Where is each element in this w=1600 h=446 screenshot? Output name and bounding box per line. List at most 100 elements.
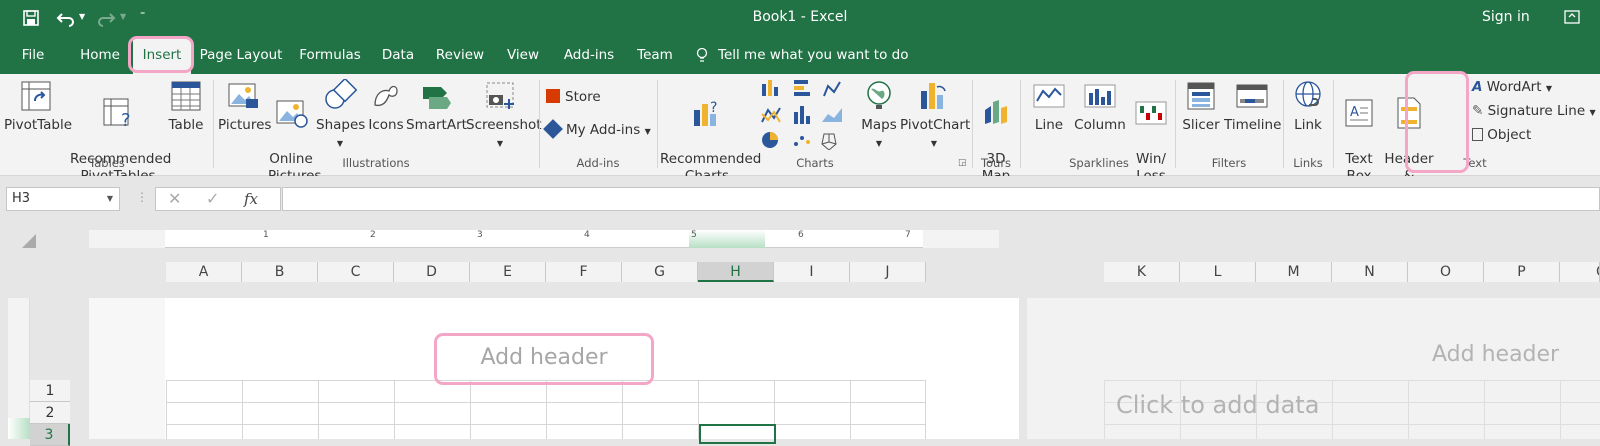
ruler-mark: 4 <box>584 230 590 240</box>
ruler-mark: 3 <box>477 230 483 240</box>
column-header[interactable]: K <box>1104 262 1180 282</box>
chart-types-gallery[interactable] <box>758 78 854 151</box>
row-header[interactable]: 1 <box>30 380 70 402</box>
formula-buttons: ✕ ✓ fx <box>155 187 281 211</box>
text-box-icon: A <box>1345 99 1373 127</box>
table-button[interactable]: Table <box>166 79 206 134</box>
icons-button[interactable]: Icons <box>366 79 406 134</box>
ribbon: PivotTable ? Recommended PivotTables Tab… <box>0 74 1600 201</box>
group-label-filters: Filters <box>1211 156 1247 170</box>
click-to-add-data[interactable]: Click to add data <box>1116 391 1319 419</box>
online-pictures-icon <box>276 100 308 128</box>
charts-dialog-launcher-icon[interactable]: ◲ <box>958 158 967 168</box>
ruler-mark: 7 <box>905 230 911 240</box>
vertical-ruler <box>8 298 30 439</box>
icons-icon <box>374 85 398 107</box>
text-box-button[interactable]: A Text Box <box>1338 79 1380 185</box>
insert-function-button[interactable]: fx <box>244 190 258 208</box>
shapes-button[interactable]: Shapes ▼ <box>316 79 365 152</box>
sign-in-link[interactable]: Sign in <box>1482 9 1530 25</box>
add-header-field-page-2[interactable]: Add header <box>1432 342 1559 367</box>
tab-data[interactable]: Data <box>374 37 422 74</box>
column-header[interactable]: A <box>166 262 242 282</box>
pivotchart-button[interactable]: PivotChart ▼ <box>900 79 970 152</box>
tab-view[interactable]: View <box>498 37 548 74</box>
tab-page-layout[interactable]: Page Layout <box>199 37 283 74</box>
pivotchart-icon <box>921 83 946 109</box>
tab-formulas[interactable]: Formulas <box>293 37 367 74</box>
add-header-highlight <box>434 333 654 385</box>
column-header[interactable]: Q <box>1560 262 1600 282</box>
column-header[interactable]: E <box>470 262 546 282</box>
shapes-icon <box>325 79 357 109</box>
column-header[interactable]: G <box>622 262 698 282</box>
selected-cell-h3[interactable] <box>699 424 776 444</box>
object-button[interactable]: Object <box>1472 126 1531 144</box>
signature-line-button[interactable]: ✎ Signature Line ▼ <box>1472 102 1596 122</box>
ribbon-display-options-icon[interactable] <box>1564 10 1580 27</box>
row-header-selected[interactable]: 3 <box>30 424 70 446</box>
cell-grid[interactable] <box>166 380 926 439</box>
column-header[interactable]: F <box>546 262 622 282</box>
select-all-icon[interactable] <box>22 234 36 251</box>
group-label-tables: Tables <box>89 156 125 170</box>
sparkline-winloss-icon <box>1135 101 1167 125</box>
group-label-tours: Tours <box>980 156 1012 170</box>
column-header[interactable]: C <box>318 262 394 282</box>
column-header[interactable]: O <box>1408 262 1484 282</box>
signature-line-icon: ✎ <box>1472 103 1484 119</box>
horizontal-ruler: 1 2 3 4 5 6 7 <box>89 230 999 248</box>
table-icon <box>171 81 201 111</box>
group-label-links: Links <box>1293 156 1323 170</box>
ribbon-tab-bar: File Home Insert Page Layout Formulas Da… <box>0 37 1600 74</box>
column-header[interactable]: P <box>1484 262 1560 282</box>
page-2: Add header Click to add data <box>1027 298 1600 439</box>
tab-team[interactable]: Team <box>630 37 680 74</box>
tab-file[interactable]: File <box>8 37 58 74</box>
formula-bar: H3 ▼ ⋮ ✕ ✓ fx <box>0 176 1600 222</box>
column-header[interactable]: J <box>850 262 926 282</box>
smartart-icon <box>423 87 451 109</box>
object-icon <box>1472 128 1483 141</box>
timeline-icon <box>1236 84 1268 108</box>
tab-add-ins[interactable]: Add-ins <box>555 37 623 74</box>
link-button[interactable]: Link <box>1286 79 1330 134</box>
chart-type-icons <box>761 80 842 151</box>
row-header[interactable]: 2 <box>30 402 70 424</box>
store-icon <box>546 89 560 103</box>
sparkline-column-button[interactable]: Column <box>1072 79 1128 134</box>
title-bar: ▼ ▼ ⁼ Book1 - Excel Sign in <box>0 0 1600 37</box>
tab-review[interactable]: Review <box>430 37 490 74</box>
3d-map-icon <box>985 100 1007 124</box>
sparkline-line-button[interactable]: Line <box>1026 79 1072 134</box>
timeline-button[interactable]: Timeline <box>1224 79 1281 134</box>
column-header[interactable]: M <box>1256 262 1332 282</box>
column-header[interactable]: B <box>242 262 318 282</box>
sparkline-column-icon <box>1084 84 1116 108</box>
enter-icon: ✓ <box>206 189 220 208</box>
column-header-selected[interactable]: H <box>698 262 774 282</box>
my-add-ins-icon <box>543 119 563 139</box>
column-header[interactable]: L <box>1180 262 1256 282</box>
slicer-button[interactable]: Slicer <box>1178 79 1224 134</box>
tab-home[interactable]: Home <box>70 37 130 74</box>
tell-me-search[interactable]: Tell me what you want to do <box>718 47 908 63</box>
screenshot-icon <box>486 82 514 109</box>
pictures-button[interactable]: Pictures <box>218 79 271 134</box>
sparkline-line-icon <box>1033 84 1065 108</box>
ruler-mark: 5 <box>691 230 697 240</box>
name-box-dropdown-icon[interactable]: ▼ <box>107 188 113 210</box>
column-header[interactable]: N <box>1332 262 1408 282</box>
maps-button[interactable]: Maps ▼ <box>858 79 900 152</box>
screenshot-button[interactable]: Screenshot ▼ <box>466 79 542 152</box>
column-header[interactable]: I <box>774 262 850 282</box>
column-header[interactable]: D <box>394 262 470 282</box>
wordart-icon: A <box>1472 79 1483 95</box>
store-button[interactable]: Store <box>546 88 601 106</box>
wordart-button[interactable]: A WordArt ▼ <box>1472 78 1552 98</box>
smartart-button[interactable]: SmartArt <box>406 79 467 134</box>
name-box[interactable]: H3 ▼ <box>6 187 120 211</box>
pivottable-button[interactable]: PivotTable <box>4 79 72 134</box>
my-add-ins-button[interactable]: My Add-ins ▼ <box>543 119 651 141</box>
formula-input[interactable] <box>282 187 1600 211</box>
